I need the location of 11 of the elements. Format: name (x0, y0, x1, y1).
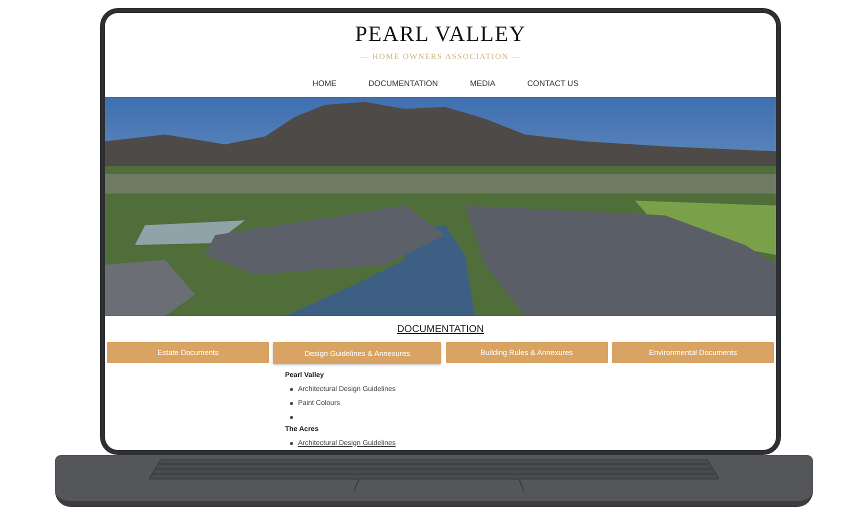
nav-link[interactable]: HOME (310, 77, 338, 90)
bullet-icon (290, 416, 293, 418)
bullet-icon (290, 442, 293, 444)
nav-link[interactable]: DOCUMENTATION (366, 77, 440, 90)
bullet-icon (290, 388, 293, 390)
nav-link[interactable]: CONTACT US (525, 77, 581, 90)
logo-subtitle: — HOME OWNERS ASSOCIATION — (360, 52, 521, 61)
bullet-icon (290, 402, 293, 404)
section-heading: DOCUMENTATION (397, 324, 484, 336)
logo-title: PEARL VALLEY (354, 20, 526, 48)
nav-link[interactable]: MEDIA (468, 77, 498, 90)
